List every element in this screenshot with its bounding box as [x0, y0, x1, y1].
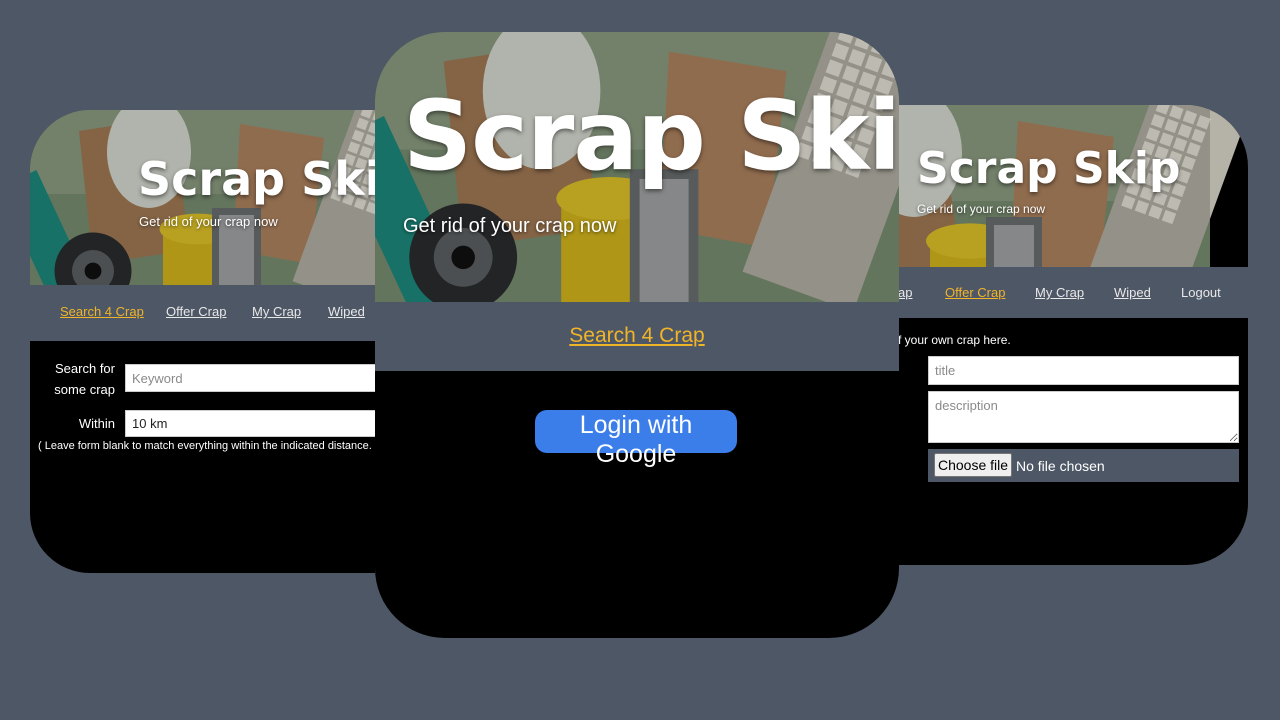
nav-search-crap[interactable]: Search 4 Crap — [60, 304, 144, 319]
nav-wiped[interactable]: Wiped — [1114, 285, 1151, 300]
search-page-preview: Scrap Skip Get rid of your crap now Sear… — [30, 110, 375, 573]
description-textarea[interactable] — [928, 391, 1239, 443]
app-tagline: Get rid of your crap now — [917, 202, 1046, 216]
hero-banner: Scrap Skip Get rid of your crap now — [898, 105, 1248, 267]
file-status: No file chosen — [1016, 458, 1105, 474]
nav-wiped[interactable]: Wiped — [328, 304, 365, 319]
nav-bar: ap Offer Crap My Crap Wiped Logout — [898, 267, 1248, 318]
search-label: Search for some crap — [54, 361, 115, 397]
nav-bar: Search 4 Crap — [375, 302, 899, 371]
app-tagline: Get rid of your crap now — [403, 215, 617, 237]
app-title: Scrap Skip — [403, 80, 899, 192]
nav-search-crap[interactable]: ap — [898, 285, 912, 300]
nav-search-crap[interactable]: Search 4 Crap — [375, 324, 899, 348]
nav-offer-crap[interactable]: Offer Crap — [945, 285, 1005, 300]
hero-banner: Scrap Skip Get rid of your crap now — [30, 110, 375, 285]
hero-banner: Scrap Skip Get rid of your crap now — [375, 32, 899, 302]
within-label: Within — [78, 416, 115, 431]
login-google-button[interactable]: Login with Google — [535, 410, 737, 468]
distance-input[interactable] — [125, 410, 375, 437]
app-tagline: Get rid of your crap now — [139, 214, 278, 229]
offer-page-preview: Scrap Skip Get rid of your crap now ap O… — [898, 105, 1248, 565]
app-title: Scrap Skip — [138, 152, 375, 206]
nav-logout[interactable]: Logout — [1181, 285, 1221, 300]
title-input[interactable] — [928, 356, 1239, 385]
search-hint: ( Leave form blank to match everything w… — [38, 440, 375, 452]
nav-my-crap[interactable]: My Crap — [1035, 285, 1084, 300]
keyword-input[interactable] — [125, 364, 375, 392]
nav-bar: Search 4 Crap Offer Crap My Crap Wiped — [30, 285, 375, 341]
nav-my-crap[interactable]: My Crap — [252, 304, 301, 319]
app-title: Scrap Skip — [917, 143, 1181, 194]
file-upload: Choose file No file chosen — [928, 449, 1239, 482]
nav-offer-crap[interactable]: Offer Crap — [166, 304, 226, 319]
login-page-preview: Scrap Skip Get rid of your crap now Sear… — [375, 32, 899, 638]
choose-file-button[interactable]: Choose file — [934, 453, 1012, 477]
offer-intro: f your own crap here. — [898, 333, 1011, 347]
